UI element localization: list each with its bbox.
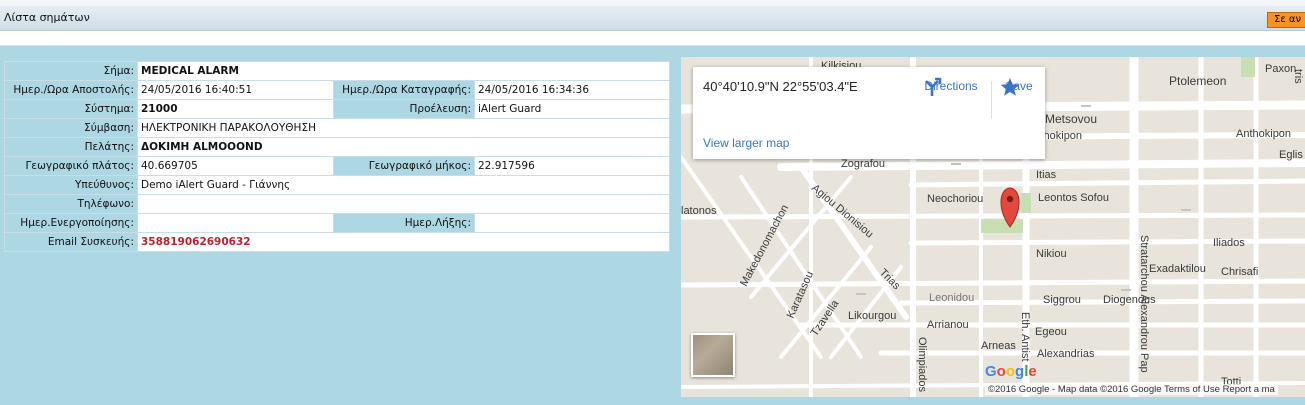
row-client: Πελάτης: ΔΟΚΙΜΗ ALMOOOND	[4, 137, 670, 157]
street-siggrou: Siggrou	[1043, 294, 1081, 306]
coordinates-text: 40°40'10.9"N 22°55'03.4"E	[703, 79, 858, 94]
satellite-toggle[interactable]	[691, 333, 735, 377]
row-dates: Ημερ.Ενεργοποίησης: Ημερ.Λήξης:	[4, 213, 670, 233]
street-nikiou: Nikiou	[1036, 248, 1067, 260]
street-neochoriou: Neochoriou	[927, 193, 983, 205]
street-alexandrias: Alexandrias	[1037, 348, 1095, 360]
row-signal: Σήμα: MEDICAL ALARM	[4, 61, 670, 81]
email-label: Email Συσκευής:	[4, 232, 138, 252]
street-arneas: Arneas	[981, 340, 1016, 352]
row-phone: Τηλέφωνο:	[4, 194, 670, 214]
origin-value: iAlert Guard	[474, 99, 670, 119]
save-button[interactable]: Save	[999, 77, 1039, 96]
street-egeou: Egeou	[1035, 326, 1067, 338]
record-time-label: Ημερ./Ωρα Καταγραφής:	[333, 80, 475, 100]
street-edge-label: tris	[1292, 69, 1304, 84]
activation-label: Ημερ.Ενεργοποίησης:	[4, 213, 138, 233]
send-time-value: 24/05/2016 16:40:51	[137, 80, 334, 100]
street-chrisafi: Chrisafi	[1221, 266, 1258, 278]
system-label: Σύστημα:	[4, 99, 138, 119]
row-coordinates: Γεωγραφικό πλάτος: 40.669705 Γεωγραφικό …	[4, 156, 670, 176]
row-email: Email Συσκευής: 358819062690632	[4, 232, 670, 252]
street-diogenous: Diogenous	[1103, 294, 1156, 306]
row-contract: Σύμβαση: ΗΛΕΚΤΡΟΝΙΚΗ ΠΑΡΑΚΟΛΟΥΘΗΣΗ	[4, 118, 670, 138]
signal-details-table: Σήμα: MEDICAL ALARM Ημερ./Ωρα Αποστολής:…	[4, 61, 670, 252]
client-value: ΔΟΚΙΜΗ ALMOOOND	[137, 137, 670, 157]
phone-value	[137, 194, 670, 214]
responsible-label: Υπεύθυνος:	[4, 175, 138, 195]
street-leontos-sofou: Leontos Sofou	[1038, 192, 1109, 204]
street-likourgou: Likourgou	[848, 310, 896, 322]
send-time-label: Ημερ./Ωρα Αποστολής:	[4, 80, 138, 100]
origin-label: Προέλευση:	[333, 99, 475, 119]
signal-value: MEDICAL ALARM	[137, 61, 670, 81]
action-button[interactable]: Σε αν	[1267, 12, 1305, 28]
street-eglis: Eglis	[1279, 149, 1303, 161]
signal-label: Σήμα:	[4, 61, 138, 81]
street-olimpiados: Olimpiados	[916, 337, 928, 393]
street-iliados: Iliados	[1213, 237, 1245, 249]
toolbar-area	[0, 31, 1305, 45]
row-responsible: Υπεύθυνος: Demo iAlert Guard - Γιάννης	[4, 175, 670, 195]
directions-button[interactable]: Directions	[921, 77, 981, 96]
system-value: 21000	[137, 99, 334, 119]
latitude-value: 40.669705	[137, 156, 334, 176]
card-separator	[991, 81, 992, 119]
responsible-value: Demo iAlert Guard - Γιάννης	[137, 175, 670, 195]
phone-label: Τηλέφωνο:	[4, 194, 138, 214]
street-paxon: Paxon	[1265, 63, 1296, 75]
street-ptolemeon: Ptolemeon	[1169, 74, 1226, 88]
map-view[interactable]: Kilkisiou Ptolemeon Paxon Metsovou Antho…	[681, 57, 1305, 397]
longitude-label: Γεωγραφικό μήκος:	[333, 156, 475, 176]
google-logo: Google	[985, 363, 1037, 380]
directions-icon	[925, 77, 942, 96]
street-exadaktilou: Exadaktilou	[1149, 263, 1206, 275]
contract-label: Σύμβαση:	[4, 118, 138, 138]
view-larger-map-link[interactable]: View larger map	[703, 136, 789, 150]
email-value: 358819062690632	[137, 232, 670, 252]
expiry-value	[474, 213, 670, 233]
row-system: Σύστημα: 21000 Προέλευση: iAlert Guard	[4, 99, 670, 119]
latitude-label: Γεωγραφικό πλάτος:	[4, 156, 138, 176]
star-icon	[1000, 78, 1020, 96]
street-leonidou: Leonidou	[929, 292, 974, 304]
street-eth-antist: Eth. Antist	[1019, 312, 1031, 362]
street-anthokipon-2: Anthokipon	[1236, 128, 1291, 140]
street-zografou: Zografou	[841, 158, 885, 170]
panel-title: Λίστα σημάτων	[4, 11, 90, 24]
record-time-value: 24/05/2016 16:34:36	[474, 80, 670, 100]
street-metsovou: Metsovou	[1045, 112, 1097, 126]
place-info-card: 40°40'10.9"N 22°55'03.4"E Directions Sav…	[693, 67, 1045, 159]
street-arrianou: Arrianou	[927, 319, 969, 331]
longitude-value: 22.917596	[474, 156, 670, 176]
panel-header: Λίστα σημάτων Σε αν	[0, 6, 1305, 31]
row-times: Ημερ./Ωρα Αποστολής: 24/05/2016 16:40:51…	[4, 80, 670, 100]
street-latonos: latonos	[681, 205, 717, 217]
client-label: Πελάτης:	[4, 137, 138, 157]
street-itias: Itias	[1036, 169, 1057, 181]
map-copyright[interactable]: ©2016 Google - Map data ©2016 Google Ter…	[985, 384, 1278, 395]
activation-value	[137, 213, 334, 233]
contract-value: ΗΛΕΚΤΡΟΝΙΚΗ ΠΑΡΑΚΟΛΟΥΘΗΣΗ	[137, 118, 670, 138]
expiry-label: Ημερ.Λήξης:	[333, 213, 475, 233]
